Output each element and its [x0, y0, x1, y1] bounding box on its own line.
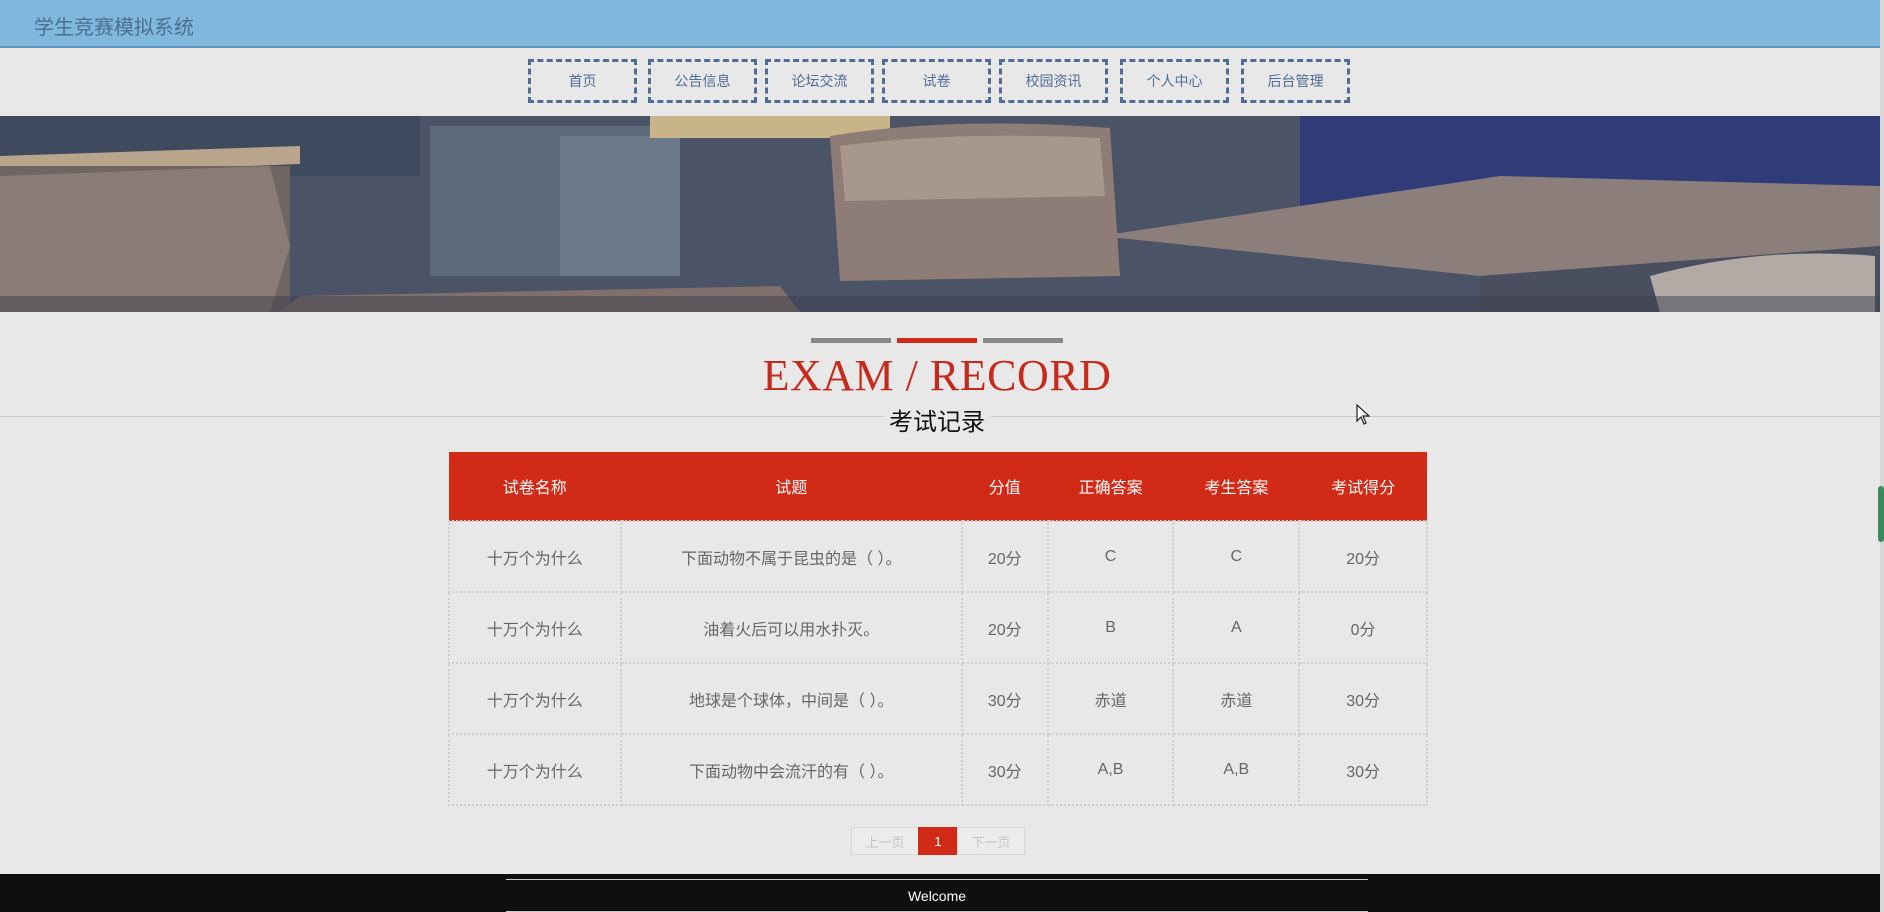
- table-row: 十万个为什么 下面动物中会流汗的有（ ）。 30分 A,B A,B 30分: [448, 733, 1428, 806]
- exam-record-table: 试卷名称 试题 分值 正确答案 考生答案 考试得分 十万个为什么 下面动物不属于…: [448, 452, 1428, 806]
- table-row: 十万个为什么 下面动物不属于昆虫的是（ ）。 20分 C C 20分: [448, 520, 1428, 593]
- col-header-correct-answer: 正确答案: [1047, 452, 1174, 521]
- cell-score-value: 30分: [960, 662, 1049, 735]
- cell-question: 下面动物中会流汗的有（ ）。: [619, 733, 963, 806]
- cell-question: 下面动物不属于昆虫的是（ ）。: [619, 520, 963, 593]
- main-nav: 首页 公告信息 论坛交流 试卷 校园资讯 个人中心 后台管理: [0, 59, 1880, 103]
- cell-correct-answer: C: [1046, 520, 1175, 593]
- nav-item-admin[interactable]: 后台管理: [1241, 59, 1350, 103]
- cell-question: 油着火后可以用水扑灭。: [619, 591, 963, 664]
- cell-student-answer: A: [1172, 591, 1301, 664]
- cell-paper-name: 十万个为什么: [448, 662, 622, 735]
- footer-welcome-text: Welcome: [907, 888, 967, 904]
- next-page-button[interactable]: 下一页: [957, 827, 1025, 855]
- table-header-row: 试卷名称 试题 分值 正确答案 考生答案 考试得分: [449, 452, 1427, 521]
- col-header-student-answer: 考生答案: [1173, 452, 1300, 521]
- col-header-score-value: 分值: [961, 452, 1048, 521]
- site-title: 学生竞赛模拟系统: [34, 17, 194, 39]
- cell-score-value: 30分: [960, 733, 1049, 806]
- cell-correct-answer: 赤道: [1046, 662, 1175, 735]
- footer: Welcome: [0, 874, 1880, 912]
- cell-correct-answer: B: [1046, 591, 1175, 664]
- cell-question: 地球是个球体，中间是（ ）。: [619, 662, 963, 735]
- cell-correct-answer: A,B: [1046, 733, 1175, 806]
- table-row: 十万个为什么 油着火后可以用水扑灭。 20分 B A 0分: [448, 591, 1428, 664]
- cell-exam-score: 20分: [1298, 520, 1428, 593]
- cell-exam-score: 30分: [1298, 662, 1428, 735]
- classroom-banner-image: [0, 116, 1880, 312]
- section-title: EXAM / RECORD: [762, 351, 1112, 400]
- cell-paper-name: 十万个为什么: [448, 591, 622, 664]
- prev-page-button[interactable]: 上一页: [851, 827, 919, 855]
- scrollbar-thumb[interactable]: [1878, 486, 1884, 542]
- col-header-question: 试题: [620, 452, 962, 521]
- page-1-button[interactable]: 1: [918, 827, 958, 855]
- page-scrollbar[interactable]: [1880, 0, 1884, 912]
- col-header-paper-name: 试卷名称: [449, 452, 621, 521]
- col-header-exam-score: 考试得分: [1299, 452, 1427, 521]
- divider-bar-center: [897, 338, 977, 343]
- cell-exam-score: 0分: [1298, 591, 1428, 664]
- cell-exam-score: 30分: [1298, 733, 1428, 806]
- pagination: 上一页 1 下一页: [0, 827, 1874, 857]
- nav-item-home[interactable]: 首页: [528, 59, 637, 103]
- nav-item-profile[interactable]: 个人中心: [1120, 59, 1229, 103]
- top-bar: 学生竞赛模拟系统: [0, 0, 1880, 48]
- section-subtitle: 考试记录: [0, 402, 1874, 437]
- table-row: 十万个为什么 地球是个球体，中间是（ ）。 30分 赤道 赤道 30分: [448, 662, 1428, 735]
- mouse-pointer-icon: [1356, 403, 1371, 431]
- cell-paper-name: 十万个为什么: [448, 520, 622, 593]
- nav-item-campus-news[interactable]: 校园资讯: [999, 59, 1108, 103]
- footer-top-rule: [506, 879, 1368, 880]
- cell-score-value: 20分: [960, 520, 1049, 593]
- cell-score-value: 20分: [960, 591, 1049, 664]
- cell-paper-name: 十万个为什么: [448, 733, 622, 806]
- cell-student-answer: A,B: [1172, 733, 1301, 806]
- nav-item-announcements[interactable]: 公告信息: [648, 59, 757, 103]
- divider-bar-right: [983, 338, 1063, 343]
- nav-item-exam-papers[interactable]: 试卷: [882, 59, 991, 103]
- cell-student-answer: C: [1172, 520, 1301, 593]
- divider-bar-left: [811, 338, 891, 343]
- cell-student-answer: 赤道: [1172, 662, 1301, 735]
- nav-item-forum[interactable]: 论坛交流: [765, 59, 874, 103]
